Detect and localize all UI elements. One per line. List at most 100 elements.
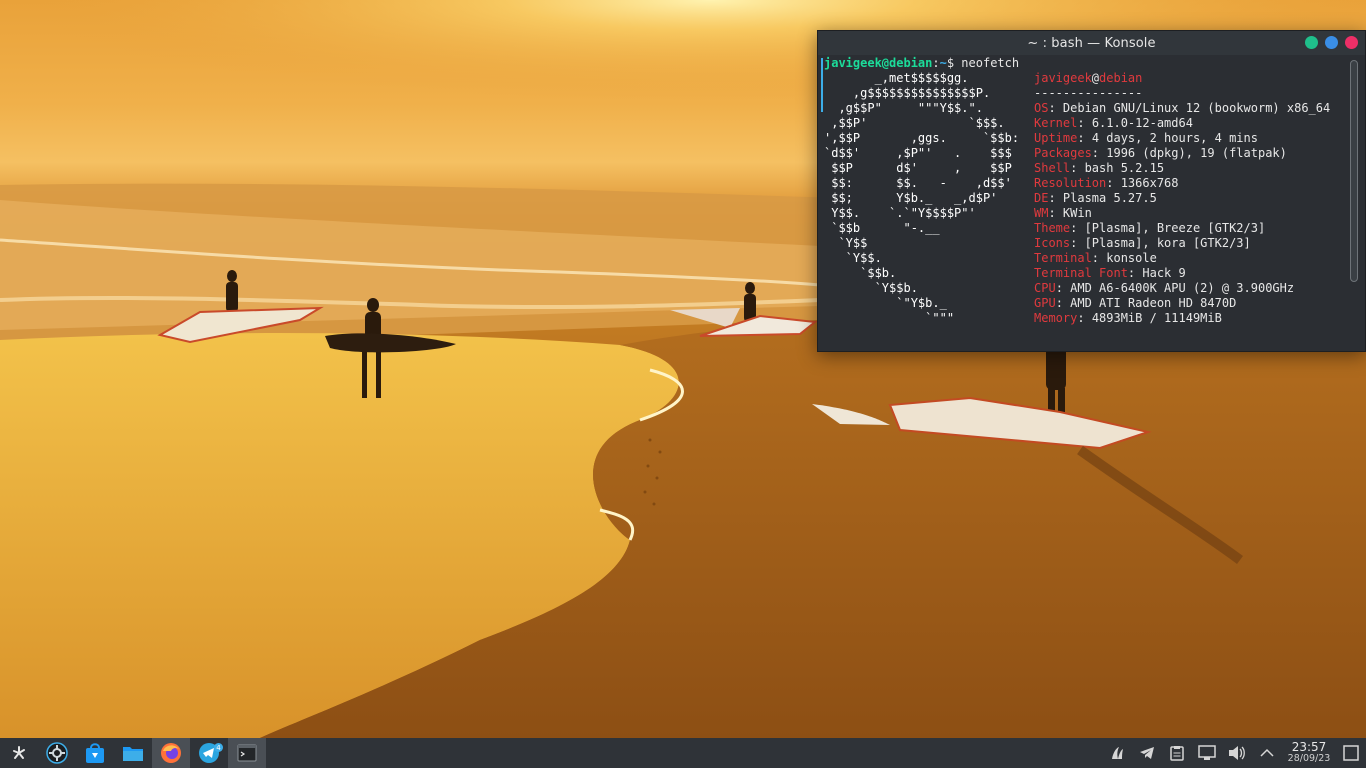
telegram-button[interactable]: 4 [190, 738, 228, 768]
telegram-tray-button[interactable] [1132, 738, 1162, 768]
info-colon: : [1048, 101, 1063, 115]
minimize-button[interactable] [1305, 36, 1318, 49]
firefox-icon [161, 743, 181, 763]
folder-icon [123, 747, 143, 761]
clipboard-tray-button[interactable] [1162, 738, 1192, 768]
info-colon: : [1048, 191, 1063, 205]
ascii-line: ',$$P ,ggs. `$$b: [824, 131, 1020, 145]
prompt-path: ~ [939, 56, 947, 70]
info-row: Theme: [Plasma], Breeze [GTK2/3] [1034, 221, 1265, 236]
info-row: OS: Debian GNU/Linux 12 (bookworm) x86_6… [1034, 101, 1330, 116]
info-value: [Plasma], kora [GTK2/3] [1084, 236, 1251, 250]
header-user: javigeek [1034, 71, 1092, 85]
ascii-line: ,g$$P" """Y$$.". [824, 101, 983, 115]
info-value: Hack 9 [1142, 266, 1186, 280]
info-value: [Plasma], Breeze [GTK2/3] [1084, 221, 1266, 235]
ascii-line: $$P d$' , $$P [824, 161, 1012, 175]
kdeconnect-tray-button[interactable] [1102, 738, 1132, 768]
ascii-line: `d$$' ,$P"' . $$$ [824, 146, 1012, 160]
dolphin-button[interactable] [114, 738, 152, 768]
ascii-line: _,met$$$$$gg. [824, 71, 969, 85]
prompt-line: javigeek@debian:~$ neofetch [824, 56, 1019, 71]
show-desktop-button[interactable] [1336, 738, 1366, 768]
info-row: DE: Plasma 5.27.5 [1034, 191, 1157, 206]
discover-button[interactable] [76, 738, 114, 768]
digital-clock[interactable]: 23:57 28/09/23 [1282, 741, 1336, 765]
info-row: Kernel: 6.1.0-12-amd64 [1034, 116, 1193, 131]
info-row: CPU: AMD A6-6400K APU (2) @ 3.900GHz [1034, 281, 1294, 296]
info-colon: : [1077, 131, 1092, 145]
clock-date: 28/09/23 [1287, 753, 1331, 764]
volume-icon [1229, 746, 1245, 760]
info-key: Icons [1034, 236, 1071, 250]
neofetch-header: javigeek@debian [1034, 71, 1142, 86]
volume-tray-button[interactable] [1222, 738, 1252, 768]
telegram-unread-badge: 4 [214, 743, 223, 752]
info-value: 4 days, 2 hours, 4 mins [1091, 131, 1258, 145]
firefox-button[interactable] [152, 738, 190, 768]
ascii-line: `"Y$b._ [824, 296, 947, 310]
network-tray-button[interactable] [1192, 738, 1222, 768]
ascii-line: ,g$$$$$$$$$$$$$$$P. [824, 86, 991, 100]
info-key: Kernel [1034, 116, 1078, 130]
clock-time: 23:57 [1291, 740, 1327, 754]
info-colon: : [1127, 266, 1143, 280]
info-value: KWin [1062, 206, 1092, 220]
info-row: Packages: 1996 (dpkg), 19 (flatpak) [1034, 146, 1287, 161]
ascii-line: $$: $$. - ,d$$' [824, 176, 1012, 190]
show-desktop-icon [1343, 745, 1359, 761]
plasma-panel: 4 23:57 28/09/23 [0, 738, 1366, 768]
application-launcher-button[interactable] [0, 738, 38, 768]
ascii-line: ,$$P' `$$$. [824, 116, 1005, 130]
ascii-line: `Y$$b. [824, 281, 918, 295]
info-key: Memory [1034, 311, 1078, 325]
info-key: Shell [1034, 161, 1071, 175]
window-controls [1305, 36, 1358, 49]
info-key: GPU [1034, 296, 1056, 310]
info-value: Plasma 5.27.5 [1062, 191, 1157, 205]
konsole-window[interactable]: ~ : bash — Konsole javigeek@debian:~$ ne… [817, 30, 1366, 352]
close-button[interactable] [1345, 36, 1358, 49]
info-colon: : [1077, 116, 1092, 130]
info-colon: : [1055, 281, 1071, 295]
info-colon: : [1091, 251, 1107, 265]
command-text: neofetch [961, 56, 1020, 70]
info-key: Resolution [1034, 176, 1107, 190]
info-colon: : [1048, 206, 1063, 220]
maximize-button[interactable] [1325, 36, 1338, 49]
window-titlebar[interactable]: ~ : bash — Konsole [818, 31, 1365, 55]
terminal-scrollbar[interactable] [1350, 60, 1358, 282]
prompt-user: javigeek@debian [824, 56, 933, 70]
terminal-active-marker [821, 58, 823, 112]
kde-launcher-icon [13, 746, 25, 759]
info-value: Debian GNU/Linux 12 (bookworm) x86_64 [1062, 101, 1331, 115]
info-row: Terminal: konsole [1034, 251, 1157, 266]
telegram-tray-icon [1140, 747, 1154, 759]
info-key: Uptime [1034, 131, 1078, 145]
terminal-area[interactable]: javigeek@debian:~$ neofetch _,met$$$$$gg… [818, 55, 1365, 351]
info-colon: : [1106, 176, 1121, 190]
header-host: debian [1099, 71, 1143, 85]
info-key: Terminal [1034, 251, 1092, 265]
tray-expander-button[interactable] [1252, 738, 1282, 768]
info-key: WM [1034, 206, 1049, 220]
info-value: 4893MiB / 11149MiB [1091, 311, 1222, 325]
info-value: bash 5.2.15 [1084, 161, 1165, 175]
info-row: Memory: 4893MiB / 11149MiB [1034, 311, 1222, 326]
konsole-task-button[interactable] [228, 738, 266, 768]
info-row: Icons: [Plasma], kora [GTK2/3] [1034, 236, 1251, 251]
system-settings-button[interactable] [38, 738, 76, 768]
neofetch-separator: --------------- [1034, 86, 1143, 100]
info-row: WM: KWin [1034, 206, 1092, 221]
info-value: 1996 (dpkg), 19 (flatpak) [1106, 146, 1287, 160]
info-row: Terminal Font: Hack 9 [1034, 266, 1186, 281]
system-tray: 23:57 28/09/23 [1102, 738, 1366, 768]
info-row: GPU: AMD ATI Radeon HD 8470D [1034, 296, 1236, 311]
network-icon [1198, 745, 1216, 760]
header-at: @ [1091, 71, 1100, 85]
prompt-dollar: $ [946, 56, 962, 70]
settings-wheel-icon [46, 742, 68, 764]
clipboard-icon [1170, 746, 1184, 761]
info-colon: : [1070, 161, 1085, 175]
chevron-up-icon [1260, 748, 1274, 757]
